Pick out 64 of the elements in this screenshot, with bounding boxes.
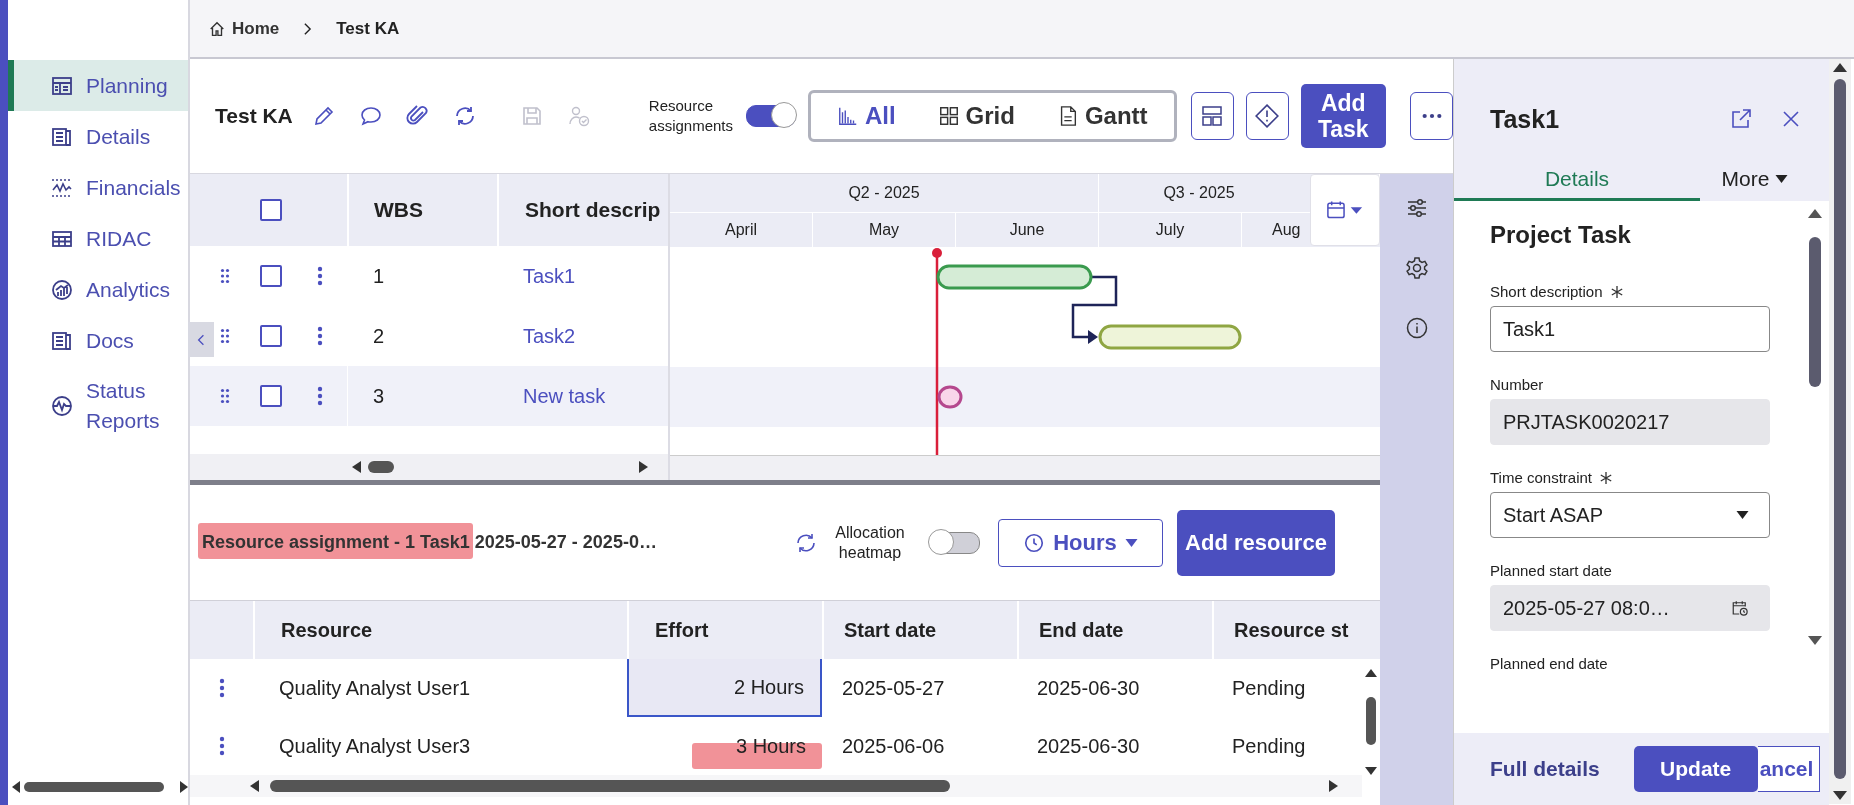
column-header[interactable]: End date (1039, 618, 1124, 642)
table-cell: 2025-05-27 (842, 676, 945, 700)
table-cell: Pending (1232, 676, 1306, 700)
section-title: Resource assignment - 1 Task1 2025-05-27 - 2025-0… (202, 532, 657, 552)
month-label: Aug (1271, 220, 1302, 240)
panel-tab[interactable]: Details (1454, 159, 1700, 201)
column-header[interactable]: Resource st (1234, 618, 1349, 642)
table-cell: Quality Analyst User3 (279, 734, 471, 758)
breadcrumb-link[interactable]: Home (232, 18, 280, 39)
field-label: Time constraint (1490, 469, 1592, 486)
sidebar-item[interactable]: Analytics (8, 264, 188, 315)
form-heading: Project Task (1490, 221, 1632, 249)
readonly-field: PRJTASK0020217 (1490, 399, 1770, 445)
project-title: Test KA (215, 104, 293, 128)
effort-cell[interactable]: 2 Hours (627, 659, 822, 717)
sidebar-item[interactable]: Planning (8, 60, 188, 111)
field-label: Number (1490, 376, 1544, 393)
column-header[interactable]: Effort (655, 618, 709, 642)
panel-title: Task1 (1490, 104, 1561, 134)
select-field[interactable]: Start ASAP (1490, 492, 1770, 538)
full-details-link[interactable]: Full details (1490, 757, 1600, 781)
month-label: April (670, 213, 813, 247)
sidebar-item[interactable]: Details (8, 111, 188, 162)
sidebar-item[interactable]: Financials (8, 162, 188, 213)
panel-tab[interactable]: More (1700, 159, 1810, 201)
table-cell: Pending (1232, 734, 1306, 758)
toggle-label: Allocation heatmap (834, 522, 906, 563)
sidebar-item[interactable]: Status Reports (8, 366, 188, 446)
breadcrumb-current: Test KA (336, 18, 400, 39)
table-cell: 2025-06-06 (842, 734, 945, 758)
view-tab[interactable]: Gantt (1040, 102, 1164, 130)
date-field[interactable]: 2025-05-27 08:0… (1490, 585, 1770, 631)
table-cell: Quality Analyst User1 (279, 676, 471, 700)
update-button[interactable]: Update (1633, 746, 1758, 792)
column-header[interactable]: Start date (844, 618, 937, 642)
add-task-button[interactable]: Add Task (1300, 84, 1386, 148)
column-header[interactable]: Resource (281, 618, 373, 642)
table-cell: 3 (373, 384, 385, 408)
month-label: May (813, 213, 956, 247)
table-cell: 2 (373, 324, 385, 348)
field-label: Planned start date (1490, 562, 1612, 579)
task-link[interactable]: New task (523, 384, 606, 408)
quarter-label: Q2 - 2025 (670, 174, 1099, 212)
month-label: July (1099, 213, 1242, 247)
field-label: Planned end date (1490, 655, 1608, 672)
table-cell: 1 (373, 264, 385, 288)
input-field[interactable]: Task1 (1490, 306, 1770, 352)
sidebar-item[interactable]: RIDAC (8, 213, 188, 264)
sidebar-item[interactable]: Docs (8, 315, 188, 366)
column-header[interactable]: WBS (374, 198, 423, 222)
view-tab[interactable]: All (820, 102, 912, 130)
month-label: June (956, 213, 1099, 247)
cancel-button[interactable]: ancel (1757, 746, 1821, 792)
task-link[interactable]: Task2 (523, 324, 576, 348)
view-tab[interactable]: Grid (921, 102, 1031, 130)
effort-cell[interactable]: 3 Hours (627, 717, 822, 775)
add-resource-button[interactable]: Add resource (1177, 509, 1335, 576)
field-label: Short description (1490, 283, 1603, 300)
table-cell: 2025-06-30 (1037, 734, 1140, 758)
task-link[interactable]: Task1 (523, 264, 576, 288)
toggle-label: Resource assignments (648, 96, 734, 136)
column-header[interactable]: Short descrip (525, 198, 661, 222)
unit-dropdown[interactable]: Hours (998, 518, 1163, 567)
table-cell: 2025-06-30 (1037, 676, 1140, 700)
